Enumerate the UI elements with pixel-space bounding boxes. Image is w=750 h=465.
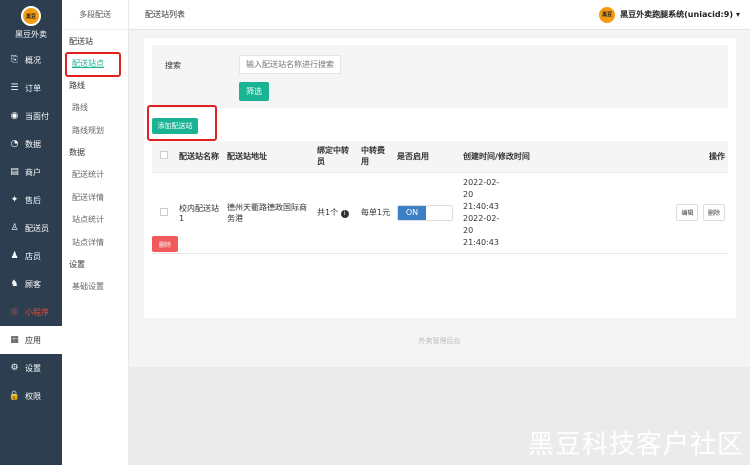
col-ops: 操作 bbox=[668, 141, 728, 173]
col-time: 创建时间/修改时间 bbox=[460, 141, 668, 173]
sidebar-item-orders[interactable]: ☰ 订单 bbox=[0, 74, 62, 102]
sidebar-item-label: 配送员 bbox=[25, 223, 49, 233]
col-name: 配送站名称 bbox=[176, 141, 224, 173]
face-pay-icon: ◉ bbox=[10, 110, 19, 121]
sidebar-item-overview[interactable]: ⎘ 概况 bbox=[0, 46, 62, 74]
subnav-item-basic-settings[interactable]: 基础设置 bbox=[62, 276, 128, 299]
orders-icon: ☰ bbox=[10, 82, 19, 93]
sidebar-item-label: 权限 bbox=[25, 391, 41, 401]
row-delete-button[interactable]: 删除 bbox=[702, 204, 725, 221]
cell-address: 德州天衢路德政国际商务港 bbox=[224, 172, 314, 254]
subnav-item-delivery-stats[interactable]: 配送统计 bbox=[62, 164, 128, 187]
search-input[interactable] bbox=[239, 55, 341, 74]
sidebar-item-settings[interactable]: ⚙ 设置 bbox=[0, 354, 62, 382]
cell-fee: 每单1元 bbox=[358, 172, 394, 254]
subnav-item-station-stats[interactable]: 站点统计 bbox=[62, 209, 128, 232]
brand-name: 黑豆外卖 bbox=[15, 30, 47, 39]
topbar: 配送站列表 黑豆 黑豆外卖跑腿系统(uniacid:9) ▾ bbox=[129, 0, 750, 30]
subnav-item-route[interactable]: 路线 bbox=[62, 97, 128, 120]
sidebar-item-label: 数据 bbox=[25, 139, 41, 149]
sidebar-item-face-pay[interactable]: ◉ 当面付 bbox=[0, 102, 62, 130]
sidebar-item-label: 概况 bbox=[25, 55, 41, 65]
sidebar-item-miniapp[interactable]: ◎ 小程序 bbox=[0, 298, 62, 326]
sidebar-item-label: 应用 bbox=[25, 335, 41, 345]
station-table: 配送站名称 配送站地址 绑定中转员 中转费用 是否启用 创建时间/修改时间 操作… bbox=[152, 141, 728, 254]
highlight-add-button bbox=[147, 105, 217, 141]
table-header-row: 配送站名称 配送站地址 绑定中转员 中转费用 是否启用 创建时间/修改时间 操作 bbox=[152, 141, 728, 173]
sidebar-item-label: 小程序 bbox=[25, 307, 49, 317]
user-avatar: 黑豆 bbox=[598, 5, 617, 24]
subnav-group-station: 配送站 bbox=[69, 36, 93, 46]
apps-icon: ▦ bbox=[10, 334, 19, 345]
miniapp-icon: ◎ bbox=[10, 306, 19, 317]
sidebar-item-label: 售后 bbox=[25, 195, 41, 205]
watermark: 黑豆科技客户社区 bbox=[527, 430, 744, 460]
filter-button[interactable]: 筛选 bbox=[239, 82, 269, 101]
couriers-icon: ♙ bbox=[10, 222, 19, 233]
search-label: 搜索 bbox=[165, 61, 181, 70]
sidebar-item-label: 当面付 bbox=[25, 111, 49, 121]
cell-name: 校内配送站1 bbox=[176, 172, 224, 254]
subnav-group-settings: 设置 bbox=[69, 260, 85, 269]
sidebar-item-label: 商户 bbox=[25, 167, 41, 177]
user-name: 黑豆外卖跑腿系统(uniacid:9) bbox=[620, 10, 733, 19]
sidebar-item-label: 订单 bbox=[25, 83, 41, 93]
settings-icon: ⚙ bbox=[10, 362, 19, 373]
brand-logo: 黑豆 bbox=[21, 6, 41, 26]
brand: 黑豆 黑豆外卖 bbox=[0, 0, 62, 46]
bulk-delete-button[interactable]: 删除 bbox=[152, 236, 178, 252]
table-row: 校内配送站1 德州天衢路德政国际商务港 共1个 i 每单1元 ON 2022-0… bbox=[152, 172, 728, 254]
subnav-group-data: 数据 bbox=[69, 148, 85, 157]
user-menu[interactable]: 黑豆 黑豆外卖跑腿系统(uniacid:9) ▾ bbox=[598, 5, 740, 24]
row-checkbox[interactable] bbox=[160, 207, 168, 216]
customers-icon: ♞ bbox=[10, 278, 19, 289]
merchants-icon: ▤ bbox=[10, 166, 19, 177]
col-address: 配送站地址 bbox=[224, 141, 314, 173]
created-time: 2022-02-20 21:40:43 bbox=[463, 177, 500, 211]
highlight-station-points bbox=[65, 52, 121, 77]
after-sales-icon: ✦ bbox=[10, 194, 19, 205]
data-icon: ◔ bbox=[10, 138, 19, 149]
subnav-item-station-detail[interactable]: 站点详情 bbox=[62, 231, 128, 254]
subnav-item-delivery-detail[interactable]: 配送详情 bbox=[62, 186, 128, 209]
permissions-icon: 🔒 bbox=[8, 390, 21, 401]
cell-time: 2022-02-20 21:40:43 2022-02-20 21:40:43 bbox=[460, 172, 668, 254]
enabled-toggle[interactable]: ON bbox=[397, 204, 453, 221]
sidebar-item-couriers[interactable]: ♙ 配送员 bbox=[0, 214, 62, 242]
col-bound: 绑定中转员 bbox=[314, 141, 358, 173]
select-all-checkbox[interactable] bbox=[160, 151, 168, 160]
sidebar-item-merchants[interactable]: ▤ 商户 bbox=[0, 158, 62, 186]
cell-bound: 共1个 i bbox=[314, 172, 358, 254]
subnav-item-route-plan[interactable]: 路线规划 bbox=[62, 119, 128, 142]
sidebar-item-label: 顾客 bbox=[25, 279, 41, 289]
edit-button[interactable]: 编辑 bbox=[676, 204, 699, 221]
sidebar-item-staff[interactable]: ♟ 店员 bbox=[0, 242, 62, 270]
modified-time: 2022-02-20 21:40:43 bbox=[463, 213, 500, 247]
overview-icon: ⎘ bbox=[10, 54, 19, 65]
sidebar-item-label: 设置 bbox=[25, 363, 41, 373]
sidebar-item-apps[interactable]: ▦ 应用 bbox=[0, 326, 62, 354]
sidebar-item-after-sales[interactable]: ✦ 售后 bbox=[0, 186, 62, 214]
sidebar-item-label: 店员 bbox=[25, 251, 41, 261]
staff-icon: ♟ bbox=[10, 250, 19, 261]
subnav-group-route: 路线 bbox=[69, 81, 85, 90]
footer-text: 外卖管理后台 bbox=[418, 337, 461, 345]
page-title: 配送站列表 bbox=[145, 10, 185, 19]
sidebar-item-data[interactable]: ◔ 数据 bbox=[0, 130, 62, 158]
subnav-title: 多段配送 bbox=[62, 0, 128, 30]
col-fee: 中转费用 bbox=[358, 141, 394, 173]
col-enabled: 是否启用 bbox=[394, 141, 460, 173]
chevron-down-icon: ▾ bbox=[735, 10, 740, 19]
info-icon[interactable]: i bbox=[340, 210, 349, 218]
main-sidebar: 黑豆 黑豆外卖 ⎘ 概况 ☰ 订单 ◉ 当面付 ◔ 数据 ▤ 商户 ✦ 售后 ♙ 配送员 ♟ 店员 ♞ 顾客 ◎ 小程… bbox=[0, 0, 62, 465]
sidebar-item-customers[interactable]: ♞ 顾客 bbox=[0, 270, 62, 298]
sidebar-item-permissions[interactable]: 🔒 权限 bbox=[0, 382, 62, 410]
toggle-on-label: ON bbox=[398, 205, 426, 220]
